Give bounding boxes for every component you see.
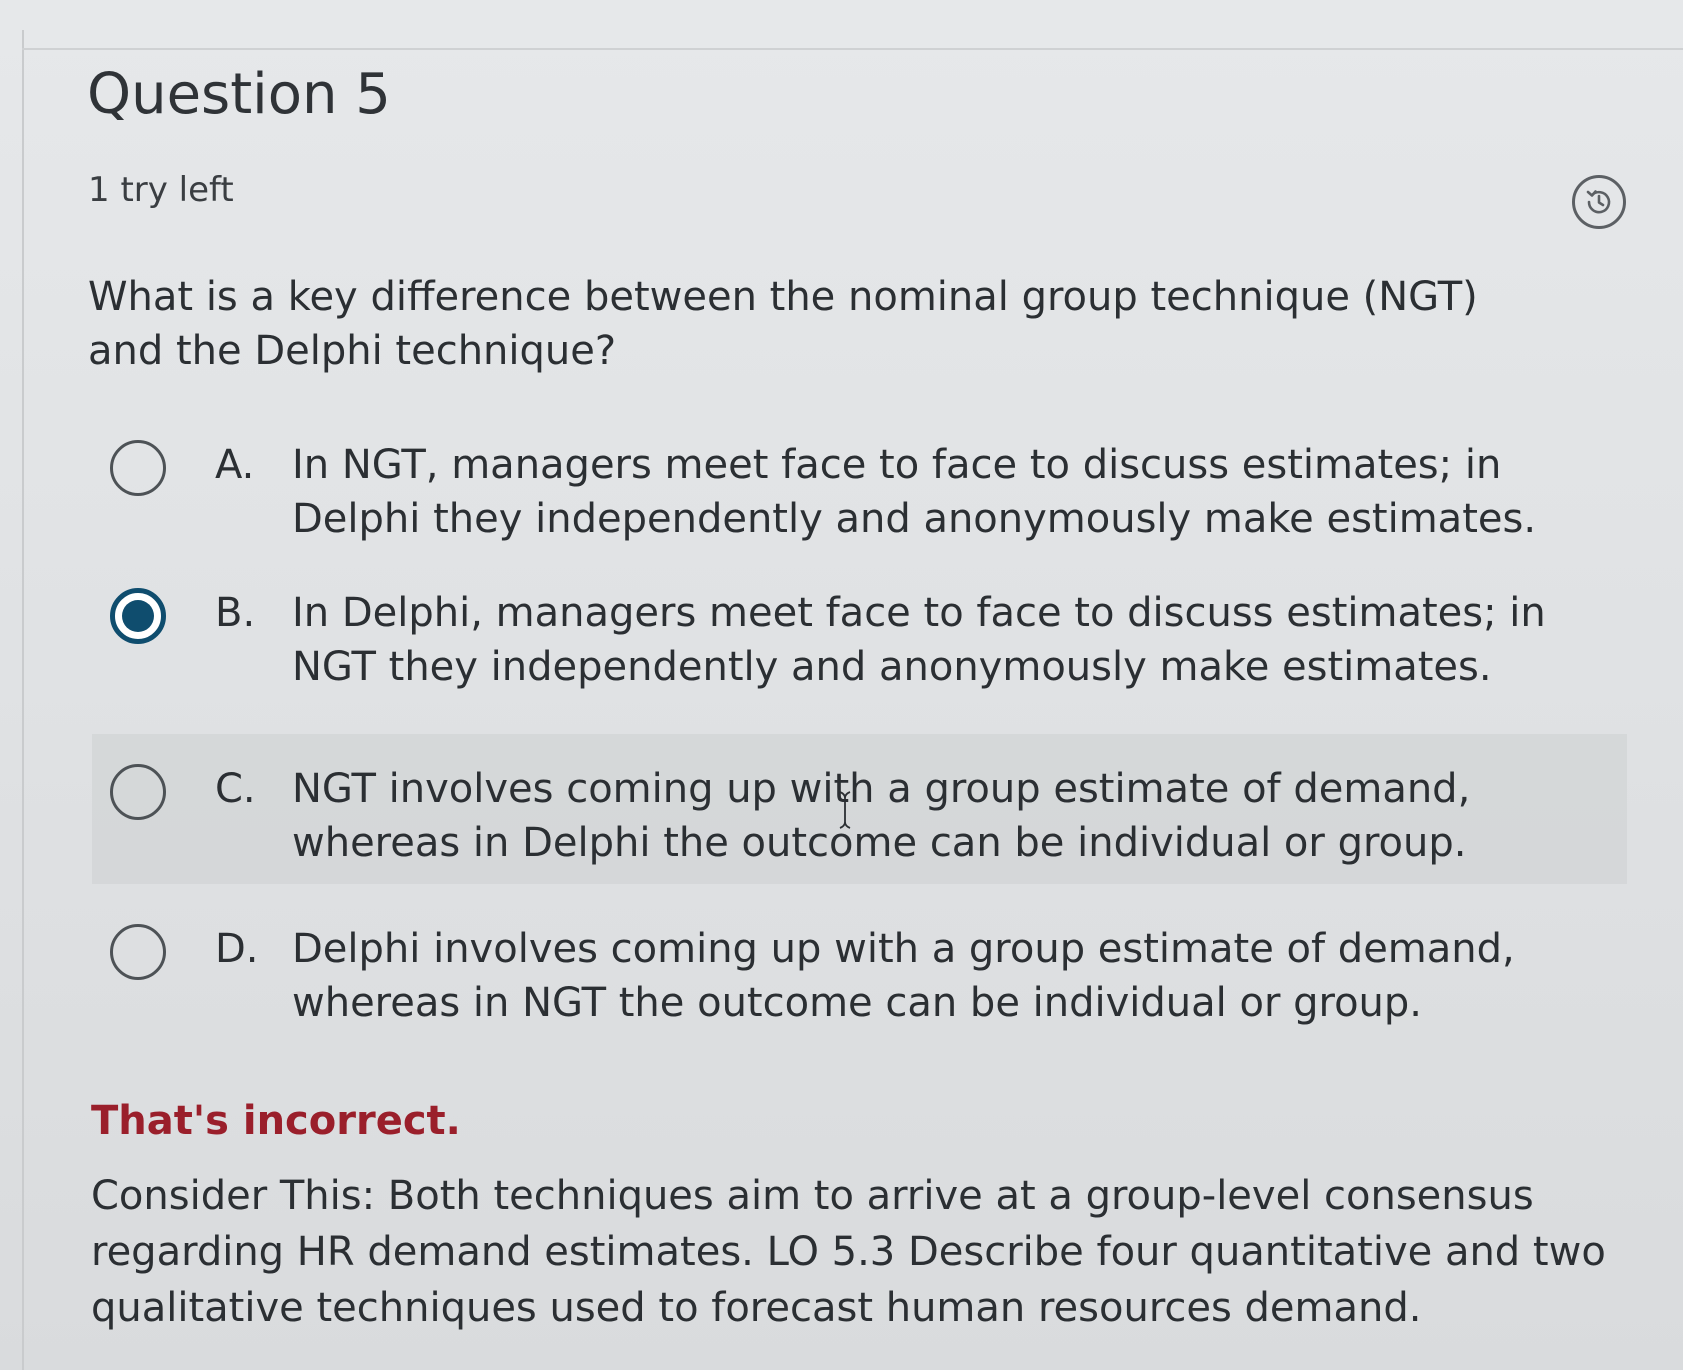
panel-border: [22, 30, 24, 1370]
option-text: NGT involves coming up with a group esti…: [292, 766, 1471, 866]
text-cursor-icon: [839, 791, 851, 829]
history-button[interactable]: [1572, 175, 1626, 229]
question-page: Question 5 1 try left What is a key diff…: [0, 0, 1683, 1370]
top-divider: [22, 48, 1683, 50]
radio-option-a[interactable]: [110, 440, 166, 496]
option-d[interactable]: D. Delphi involves coming up with a grou…: [92, 902, 1627, 1052]
option-letter: D.: [215, 926, 259, 972]
feedback-explanation: Consider This: Both techniques aim to ar…: [91, 1173, 1606, 1331]
option-letter: C.: [215, 766, 256, 812]
radio-option-d[interactable]: [110, 924, 166, 980]
radio-option-b-selected[interactable]: [110, 588, 166, 644]
option-a[interactable]: A. In NGT, managers meet face to face to…: [92, 418, 1627, 568]
option-b[interactable]: B. In Delphi, managers meet face to face…: [92, 566, 1627, 716]
option-text: In Delphi, managers meet face to face to…: [292, 590, 1546, 690]
radio-option-c[interactable]: [110, 764, 166, 820]
option-text: Delphi involves coming up with a group e…: [292, 926, 1515, 1026]
option-letter: A.: [215, 442, 255, 488]
option-letter: B.: [215, 590, 256, 636]
history-icon: [1586, 190, 1611, 214]
question-title: Question 5: [87, 62, 391, 127]
feedback-status: That's incorrect.: [91, 1098, 461, 1144]
option-text: In NGT, managers meet face to face to di…: [292, 442, 1537, 542]
question-prompt: What is a key difference between the nom…: [88, 274, 1478, 374]
option-c[interactable]: C. NGT involves coming up with a group e…: [92, 734, 1627, 884]
tries-left-label: 1 try left: [88, 170, 234, 210]
